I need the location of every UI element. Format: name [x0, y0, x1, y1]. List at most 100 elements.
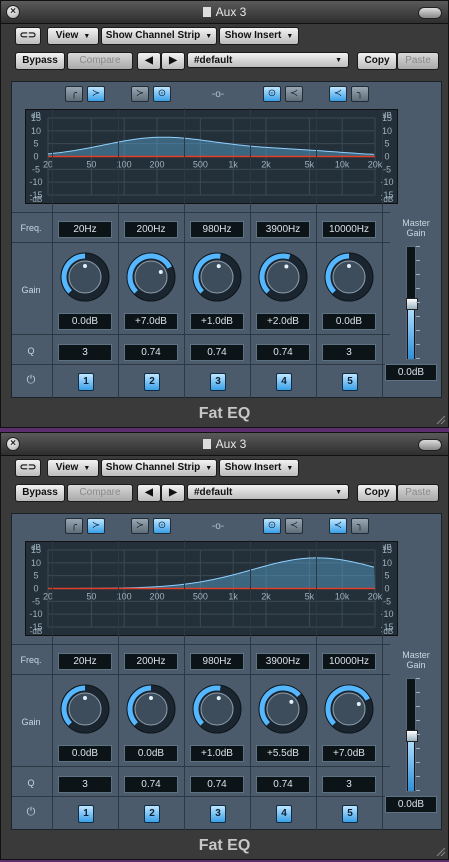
master-gain-slider[interactable] — [406, 246, 418, 360]
next-preset-button[interactable]: ▶ — [161, 52, 185, 70]
view-menu[interactable]: View ▼ — [47, 27, 99, 45]
gain-knob-band-4[interactable] — [256, 682, 310, 736]
gain-field-band-4[interactable]: +5.5dB — [256, 745, 310, 762]
q-field-band-2[interactable]: 0.74 — [124, 344, 178, 361]
low-shelf-icon[interactable]: ≻ — [87, 518, 105, 534]
gain-knob-band-3[interactable] — [190, 250, 244, 304]
q-field-band-1[interactable]: 3 — [58, 344, 112, 361]
gain-knob-band-5[interactable] — [322, 682, 376, 736]
paste-button[interactable]: Paste — [397, 484, 439, 502]
title-bar[interactable]: × Aux 3 — [1, 433, 448, 456]
q-field-band-3[interactable]: 0.74 — [190, 776, 244, 793]
gain-field-band-1[interactable]: 0.0dB — [58, 313, 112, 330]
freq-field-band-5[interactable]: 10000Hz — [322, 221, 376, 238]
toolbar-toggle-button[interactable] — [418, 7, 442, 19]
shelf-icon[interactable]: ≻ — [131, 518, 149, 534]
gain-knob-band-2[interactable] — [124, 682, 178, 736]
band-5-toggle[interactable]: 5 — [342, 805, 358, 823]
high-shelf-icon[interactable]: ≺ — [329, 518, 347, 534]
peak-icon[interactable]: ⊙ — [263, 518, 281, 534]
gain-knob-band-1[interactable] — [58, 682, 112, 736]
link-icon[interactable]: ⊂⊃ — [15, 459, 41, 477]
freq-field-band-3[interactable]: 980Hz — [190, 653, 244, 670]
shelf-icon[interactable]: ≻ — [131, 86, 149, 102]
peak-icon[interactable]: -o- — [210, 89, 226, 100]
preset-menu[interactable]: #default ▼ — [187, 52, 349, 68]
show-insert-menu[interactable]: Show Insert ▼ — [219, 27, 299, 45]
band-3-toggle[interactable]: 3 — [210, 805, 226, 823]
gain-knob-band-4[interactable] — [256, 250, 310, 304]
compare-button[interactable]: Compare — [67, 52, 133, 70]
highpass-icon[interactable]: ╭ — [65, 518, 83, 534]
master-gain-slider[interactable] — [406, 678, 418, 792]
band-4-toggle[interactable]: 4 — [276, 805, 292, 823]
shelf-icon[interactable]: ≺ — [285, 518, 303, 534]
power-icon[interactable]: ⏻ — [24, 374, 38, 387]
freq-field-band-1[interactable]: 20Hz — [58, 653, 112, 670]
q-field-band-5[interactable]: 3 — [322, 776, 376, 793]
eq-curve-display[interactable]: 20 50 100 200 500 1k 2k 5k 10k 20k 15 15 10 10 5 5 0 0 -5-… — [25, 541, 398, 636]
band-1-toggle[interactable]: 1 — [78, 805, 94, 823]
master-gain-field[interactable]: 0.0dB — [385, 796, 437, 813]
peak-icon[interactable]: ⊙ — [153, 518, 171, 534]
gain-knob-band-2[interactable] — [124, 250, 178, 304]
copy-button[interactable]: Copy — [357, 52, 397, 70]
freq-field-band-3[interactable]: 980Hz — [190, 221, 244, 238]
high-shelf-icon[interactable]: ≺ — [329, 86, 347, 102]
band-1-toggle[interactable]: 1 — [78, 373, 94, 391]
shelf-icon[interactable]: ≺ — [285, 86, 303, 102]
gain-field-band-5[interactable]: +7.0dB — [322, 745, 376, 762]
gain-field-band-2[interactable]: +7.0dB — [124, 313, 178, 330]
show-channel-strip-menu[interactable]: Show Channel Strip ▼ — [101, 459, 217, 477]
gain-field-band-5[interactable]: 0.0dB — [322, 313, 376, 330]
freq-field-band-1[interactable]: 20Hz — [58, 221, 112, 238]
preset-menu[interactable]: #default ▼ — [187, 484, 349, 500]
gain-knob-band-5[interactable] — [322, 250, 376, 304]
gain-field-band-3[interactable]: +1.0dB — [190, 745, 244, 762]
gain-knob-band-3[interactable] — [190, 682, 244, 736]
band-3-toggle[interactable]: 3 — [210, 373, 226, 391]
compare-button[interactable]: Compare — [67, 484, 133, 502]
lowpass-icon[interactable]: ╮ — [351, 518, 369, 534]
highpass-icon[interactable]: ╭ — [65, 86, 83, 102]
q-field-band-3[interactable]: 0.74 — [190, 344, 244, 361]
show-channel-strip-menu[interactable]: Show Channel Strip ▼ — [101, 27, 217, 45]
q-field-band-4[interactable]: 0.74 — [256, 776, 310, 793]
prev-preset-button[interactable]: ◀ — [137, 484, 161, 502]
gain-knob-band-1[interactable] — [58, 250, 112, 304]
master-gain-field[interactable]: 0.0dB — [385, 364, 437, 381]
low-shelf-icon[interactable]: ≻ — [87, 86, 105, 102]
freq-field-band-2[interactable]: 200Hz — [124, 221, 178, 238]
q-field-band-2[interactable]: 0.74 — [124, 776, 178, 793]
gain-field-band-3[interactable]: +1.0dB — [190, 313, 244, 330]
bypass-button[interactable]: Bypass — [15, 52, 65, 70]
gain-field-band-2[interactable]: 0.0dB — [124, 745, 178, 762]
title-bar[interactable]: × Aux 3 — [1, 1, 448, 24]
q-field-band-5[interactable]: 3 — [322, 344, 376, 361]
peak-icon[interactable]: ⊙ — [263, 86, 281, 102]
eq-curve-display[interactable]: 20 50 100 200 500 1k 2k 5k 10k 20k 15 15 10 10 5 5 0 0 -5-… — [25, 109, 398, 204]
paste-button[interactable]: Paste — [397, 52, 439, 70]
resize-grip-icon[interactable] — [435, 414, 445, 424]
peak-icon[interactable]: ⊙ — [153, 86, 171, 102]
view-menu[interactable]: View ▼ — [47, 459, 99, 477]
band-2-toggle[interactable]: 2 — [144, 373, 160, 391]
q-field-band-1[interactable]: 3 — [58, 776, 112, 793]
peak-icon[interactable]: -o- — [210, 521, 226, 532]
gain-field-band-4[interactable]: +2.0dB — [256, 313, 310, 330]
power-icon[interactable]: ⏻ — [24, 806, 38, 819]
link-icon[interactable]: ⊂⊃ — [15, 27, 41, 45]
freq-field-band-4[interactable]: 3900Hz — [256, 653, 310, 670]
show-insert-menu[interactable]: Show Insert ▼ — [219, 459, 299, 477]
band-4-toggle[interactable]: 4 — [276, 373, 292, 391]
resize-grip-icon[interactable] — [435, 846, 445, 856]
bypass-button[interactable]: Bypass — [15, 484, 65, 502]
q-field-band-4[interactable]: 0.74 — [256, 344, 310, 361]
freq-field-band-2[interactable]: 200Hz — [124, 653, 178, 670]
copy-button[interactable]: Copy — [357, 484, 397, 502]
toolbar-toggle-button[interactable] — [418, 439, 442, 451]
band-2-toggle[interactable]: 2 — [144, 805, 160, 823]
next-preset-button[interactable]: ▶ — [161, 484, 185, 502]
freq-field-band-5[interactable]: 10000Hz — [322, 653, 376, 670]
gain-field-band-1[interactable]: 0.0dB — [58, 745, 112, 762]
